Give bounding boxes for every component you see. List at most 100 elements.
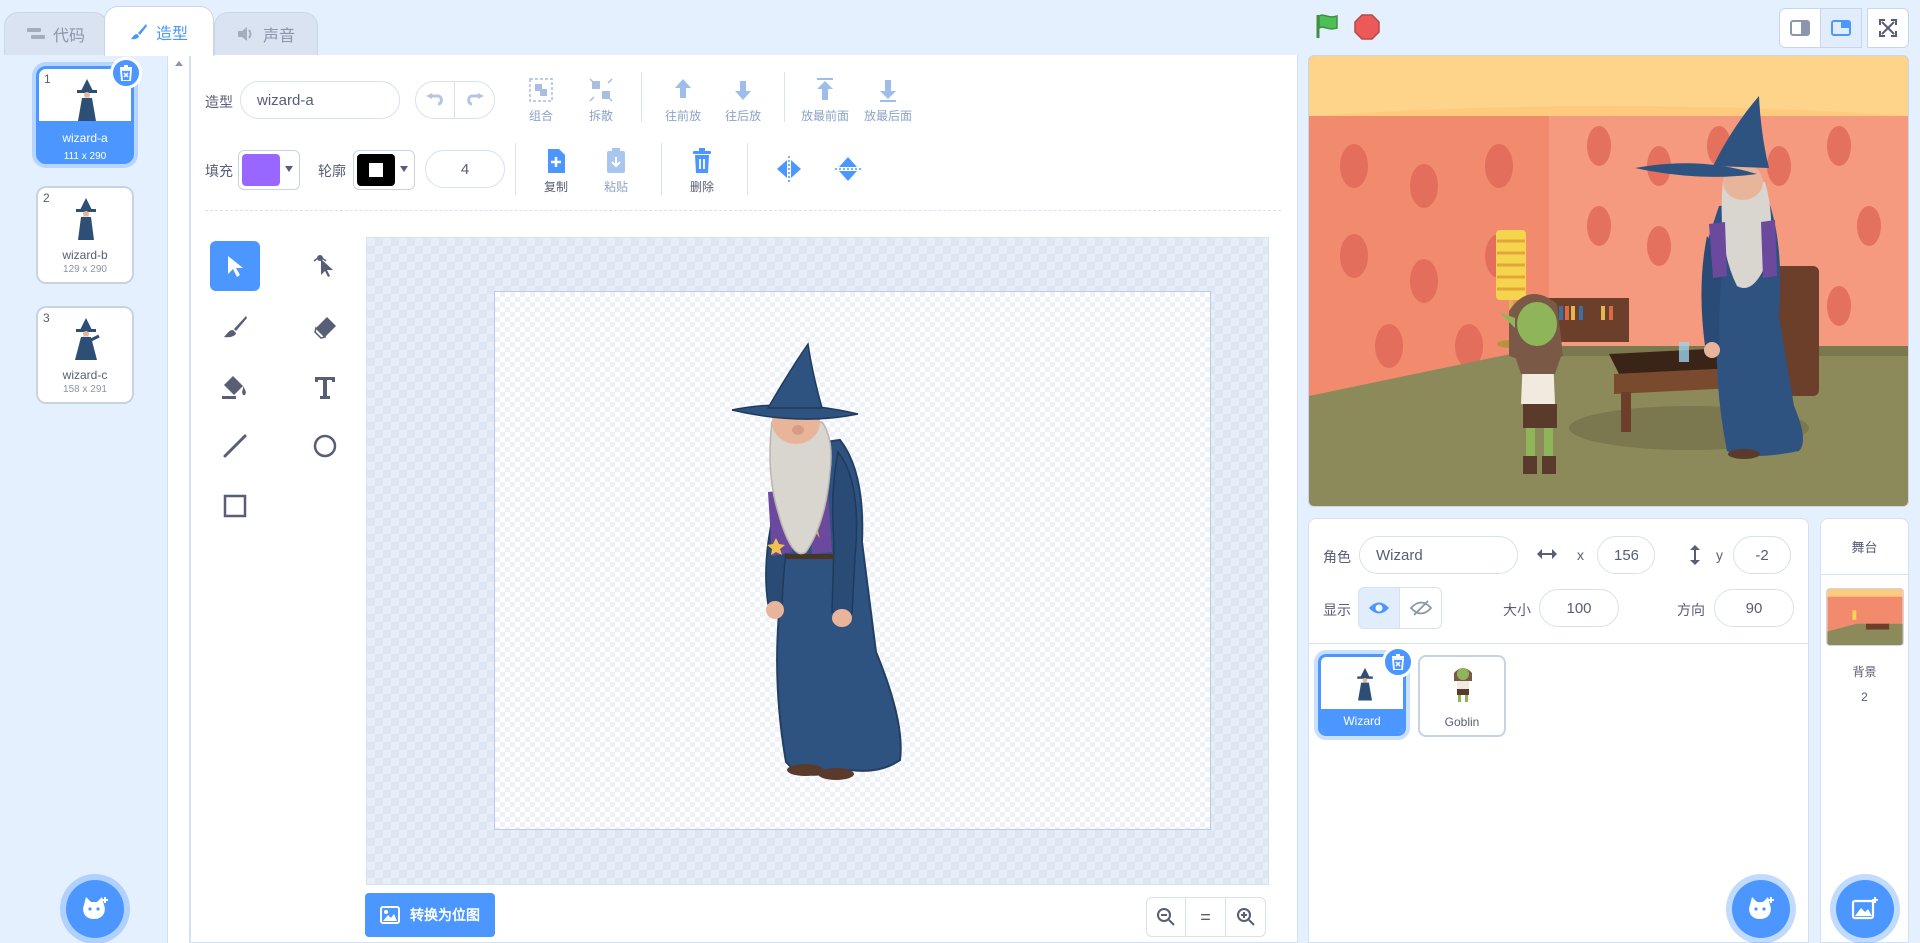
- costume-name-input[interactable]: [240, 81, 400, 119]
- tab-code[interactable]: 代码: [4, 12, 108, 55]
- show-sprite-button[interactable]: [1358, 587, 1400, 629]
- chevron-down-icon: [285, 166, 293, 172]
- flip-vertical-icon[interactable]: [835, 155, 861, 183]
- wizard-thumbnail: [1357, 667, 1373, 701]
- eye-off-icon: [1409, 600, 1432, 616]
- tab-costumes-label: 造型: [155, 25, 188, 43]
- y-input[interactable]: [1733, 536, 1791, 574]
- tab-costumes[interactable]: 造型: [104, 6, 214, 56]
- trash-icon: [693, 148, 711, 173]
- x-input[interactable]: [1597, 536, 1655, 574]
- tab-sounds-label: 声音: [262, 28, 295, 45]
- redo-button[interactable]: [455, 81, 495, 119]
- wizard-costume-drawing[interactable]: [730, 342, 910, 780]
- copy-button[interactable]: 复制: [524, 147, 588, 195]
- select-tool[interactable]: [210, 241, 260, 291]
- image-add-icon: [1851, 897, 1878, 920]
- circle-tool[interactable]: [300, 421, 350, 471]
- wizard-thumbnail: [77, 79, 97, 121]
- show-label: 显示: [1323, 602, 1351, 618]
- stage-header-divider: [1821, 574, 1908, 575]
- stage-canvas[interactable]: [1308, 55, 1909, 507]
- delete-button[interactable]: 删除: [670, 147, 734, 195]
- reshape-tool[interactable]: [300, 241, 350, 291]
- sprite-list-divider: [1309, 643, 1808, 644]
- back-label: 放最后面: [863, 109, 912, 123]
- ungroup-button[interactable]: 拆散: [569, 76, 633, 124]
- choose-backdrop-button[interactable]: [1836, 880, 1894, 938]
- backdrop-count: 2: [1861, 690, 1868, 704]
- front-button[interactable]: 放最前面: [793, 76, 857, 124]
- speaker-icon: [237, 27, 252, 41]
- back-button[interactable]: 放最后面: [856, 76, 920, 124]
- divider: [515, 143, 516, 195]
- scroll-up-icon[interactable]: [168, 55, 190, 71]
- direction-input[interactable]: [1714, 589, 1794, 627]
- group-label: 组合: [528, 109, 553, 123]
- front-label: 放最前面: [800, 109, 849, 123]
- forward-button[interactable]: 往前放: [651, 76, 715, 124]
- hide-sprite-button[interactable]: [1400, 587, 1442, 629]
- zoom-in-icon: [1236, 908, 1255, 926]
- fill-color-picker[interactable]: [238, 150, 300, 190]
- zoom-out-button[interactable]: [1146, 897, 1186, 937]
- costume-item[interactable]: 3 wizard-c 158 x 291: [36, 306, 134, 404]
- outline-color-picker[interactable]: [353, 150, 415, 190]
- y-arrows-icon: [1690, 545, 1700, 565]
- choose-costume-button[interactable]: [66, 880, 124, 938]
- fullscreen-button[interactable]: [1867, 8, 1909, 48]
- text-icon: [315, 377, 335, 399]
- flip-horizontal-icon[interactable]: [775, 156, 803, 182]
- costume-scrollbar[interactable]: [168, 55, 190, 943]
- line-tool[interactable]: [210, 421, 260, 471]
- costume-name: wizard-b: [62, 248, 108, 262]
- convert-to-bitmap-label: 转换为位图: [410, 907, 480, 923]
- size-label: 大小: [1503, 602, 1531, 618]
- choose-sprite-button[interactable]: [1732, 880, 1790, 938]
- fill-swatch: [242, 154, 280, 186]
- sprite-name-input[interactable]: [1359, 536, 1518, 574]
- brush-tool[interactable]: [210, 302, 260, 352]
- wizard-thumbnail: [76, 198, 96, 240]
- zoom-reset-button[interactable]: =: [1186, 897, 1226, 937]
- costume-name-label: 造型: [205, 94, 233, 110]
- group-icon: [529, 78, 553, 102]
- costume-size: 129 x 290: [63, 264, 107, 275]
- convert-to-bitmap-button[interactable]: 转换为位图: [365, 893, 495, 937]
- sprite-name: Goblin: [1444, 715, 1480, 729]
- divider: [747, 143, 748, 195]
- backward-button[interactable]: 往后放: [711, 76, 775, 124]
- delete-sprite-button[interactable]: [1382, 646, 1414, 678]
- stop-icon[interactable]: [1354, 14, 1380, 40]
- undo-icon: [426, 93, 443, 106]
- small-stage-button[interactable]: [1779, 8, 1821, 48]
- eraser-tool[interactable]: [300, 302, 350, 352]
- rectangle-tool[interactable]: [210, 481, 260, 531]
- outline-width-input[interactable]: [425, 150, 505, 188]
- text-tool[interactable]: [300, 362, 350, 412]
- wizard-thumbnail: [75, 318, 100, 360]
- undo-button[interactable]: [415, 81, 455, 119]
- outline-swatch: [357, 154, 395, 186]
- zoom-in-button[interactable]: [1226, 897, 1266, 937]
- paste-icon: [607, 148, 625, 173]
- paste-button[interactable]: 粘贴: [584, 147, 648, 195]
- backward-icon: [735, 81, 751, 100]
- sprite-name: Wizard: [1343, 714, 1381, 728]
- green-flag-icon[interactable]: [1313, 12, 1341, 40]
- tab-sounds[interactable]: 声音: [214, 12, 318, 55]
- fill-tool[interactable]: [210, 362, 260, 412]
- outline-label: 轮廓: [318, 163, 346, 179]
- backdrop-label: 背景: [1852, 665, 1877, 679]
- copy-label: 复制: [543, 180, 568, 194]
- ungroup-label: 拆散: [588, 109, 613, 123]
- costume-item[interactable]: 2 wizard-b 129 x 290: [36, 186, 134, 284]
- divider: [661, 143, 662, 195]
- arrow-cursor-icon: [228, 256, 243, 277]
- x-arrows-icon: [1537, 549, 1557, 559]
- sprite-tile-goblin[interactable]: Goblin: [1418, 655, 1506, 737]
- normal-stage-button[interactable]: [1820, 8, 1862, 48]
- delete-costume-button[interactable]: [110, 57, 142, 89]
- size-input[interactable]: [1539, 589, 1619, 627]
- group-button[interactable]: 组合: [509, 76, 573, 124]
